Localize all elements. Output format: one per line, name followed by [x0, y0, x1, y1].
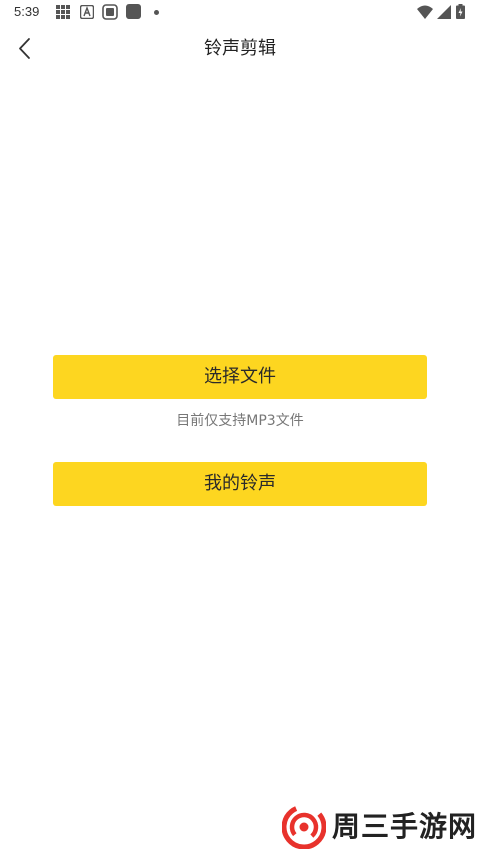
page-title: 铃声剪辑 — [204, 38, 276, 59]
my-ringtones-button[interactable]: 我的铃声 — [53, 462, 427, 506]
grid-icon — [56, 5, 70, 19]
watermark-text: 周三手游网 — [332, 810, 478, 843]
header: 铃声剪辑 — [0, 26, 480, 72]
watermark-logo-icon — [282, 805, 326, 849]
signal-icon — [437, 5, 451, 19]
a-icon — [80, 5, 94, 19]
watermark: 周三手游网 — [282, 803, 478, 849]
mp3-support-hint: 目前仅支持MP3文件 — [176, 413, 304, 429]
status-time: 5:39 — [14, 4, 40, 19]
photo-icon — [102, 4, 118, 20]
dot-icon — [154, 10, 159, 15]
select-file-button[interactable]: 选择文件 — [53, 355, 427, 399]
square-icon — [126, 4, 141, 19]
wifi-icon — [417, 5, 433, 19]
battery-icon — [456, 4, 465, 19]
status-bar: 5:39 — [0, 0, 480, 26]
